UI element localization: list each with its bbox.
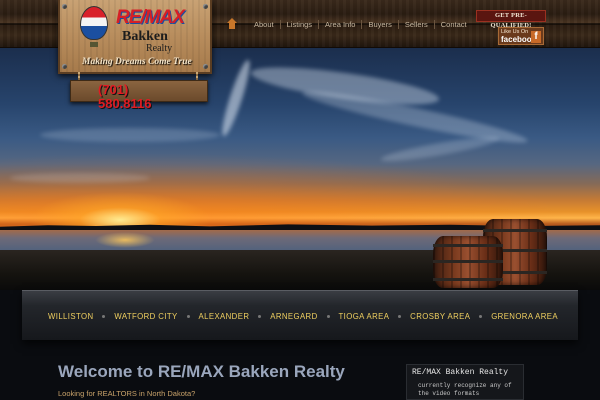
area-divider-dot <box>479 314 483 318</box>
home-icon[interactable] <box>226 18 238 30</box>
balloon-basket-icon <box>90 42 98 47</box>
area-link-crosby-area[interactable]: CROSBY AREA <box>410 312 470 321</box>
get-prequalified-button[interactable]: GET PRE-QUALIFIED! <box>476 10 546 29</box>
area-link-alexander[interactable]: ALEXANDER <box>199 312 250 321</box>
nail-icon <box>203 64 208 69</box>
area-link-williston[interactable]: WILLISTON <box>48 312 93 321</box>
area-link-tioga-area[interactable]: TIOGA AREA <box>339 312 390 321</box>
main-nav: About Listings Area Info Buyers Sellers … <box>226 17 473 31</box>
nail-icon <box>203 4 208 9</box>
area-link-arnegard[interactable]: ARNEGARD <box>270 312 317 321</box>
area-link-grenora-area[interactable]: GRENORA AREA <box>491 312 558 321</box>
page-title: Welcome to RE/MAX Bakken Realty <box>58 362 345 381</box>
cloud <box>40 128 220 142</box>
nail-icon <box>62 4 67 9</box>
area-divider-dot <box>186 314 190 318</box>
nav-item-area-info[interactable]: Area Info <box>319 20 361 29</box>
nav-item-contact[interactable]: Contact <box>435 20 473 29</box>
area-divider-dot <box>258 314 262 318</box>
phone-number[interactable]: (701) 580.8116 <box>98 83 188 111</box>
subheading-question: Looking for REALTORS in North Dakota? <box>58 389 196 398</box>
video-error-message: currently recognize any of the video for… <box>418 382 512 397</box>
hot-air-balloon-icon <box>80 6 108 40</box>
cloud <box>10 173 150 183</box>
remax-logo-text: RE/MAX <box>116 7 185 28</box>
hero-sunset-image <box>0 48 600 248</box>
area-link-watford-city[interactable]: WATFORD CITY <box>114 312 177 321</box>
nav-item-buyers[interactable]: Buyers <box>362 20 397 29</box>
area-divider-dot <box>398 314 402 318</box>
nav-item-listings[interactable]: Listings <box>281 20 318 29</box>
tagline: Making Dreams Come True <box>82 57 192 67</box>
facebook-icon: f <box>531 31 541 43</box>
phone-area-code: (701) <box>98 82 129 97</box>
video-title: RE/MAX Bakken Realty <box>412 368 509 377</box>
barrel-image <box>433 236 503 288</box>
nail-icon <box>62 64 67 69</box>
area-divider-dot <box>102 314 106 318</box>
area-links: WILLISTON WATFORD CITY ALEXANDER ARNEGAR… <box>48 310 558 322</box>
nav-item-sellers[interactable]: Sellers <box>399 20 434 29</box>
contrail <box>217 58 255 138</box>
sun-reflection <box>95 232 155 248</box>
realty-logo-text: Realty <box>146 43 173 54</box>
facebook-button[interactable]: Like Us On facebook f <box>498 27 544 45</box>
nav-item-about[interactable]: About <box>248 20 280 29</box>
cloud <box>379 132 501 166</box>
area-divider-dot <box>326 314 330 318</box>
phone-digits: 580.8116 <box>98 96 152 111</box>
